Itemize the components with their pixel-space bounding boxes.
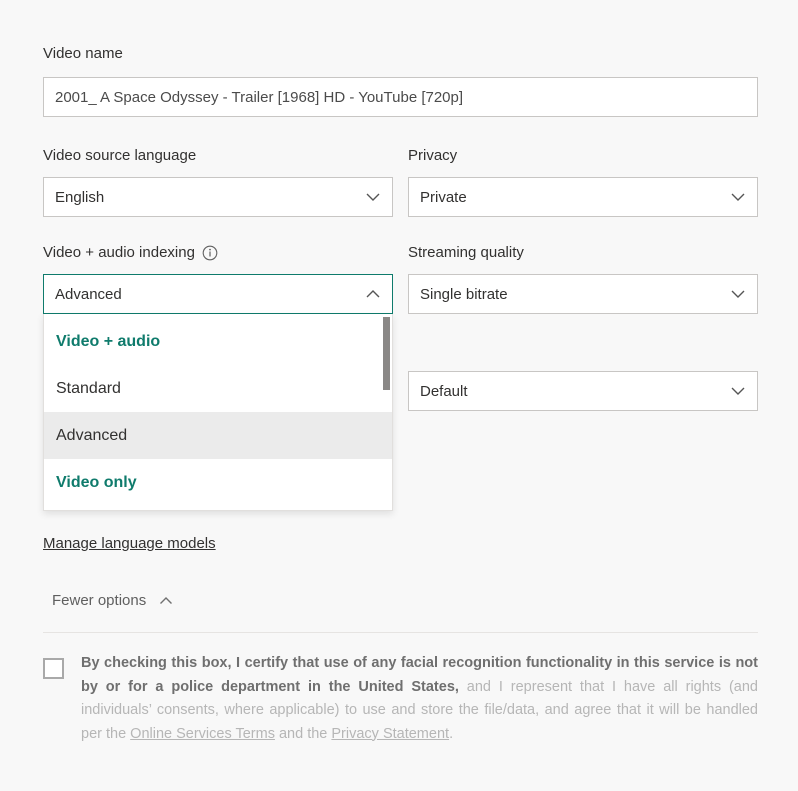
video-audio-indexing-label-text: Video + audio indexing xyxy=(43,244,195,261)
privacy-statement-link[interactable]: Privacy Statement xyxy=(331,726,449,742)
video-audio-indexing-label: Video + audio indexing xyxy=(43,243,218,262)
info-circle-icon[interactable] xyxy=(202,245,218,261)
dropdown-option-standard[interactable]: Standard xyxy=(44,365,392,412)
dropdown-scrollbar-thumb[interactable] xyxy=(383,317,390,390)
consent-text: By checking this box, I certify that use… xyxy=(81,652,758,746)
manage-language-models-link[interactable]: Manage language models xyxy=(43,535,216,552)
dropdown-scrollbar[interactable] xyxy=(383,315,391,509)
consent-end-text: . xyxy=(449,725,454,742)
streaming-quality-value: Single bitrate xyxy=(420,285,508,303)
fewer-options-toggle[interactable]: Fewer options xyxy=(52,592,174,609)
privacy-label: Privacy xyxy=(408,147,458,164)
video-upload-settings-panel: Video name 2001_ A Space Odyssey - Trail… xyxy=(0,0,798,791)
streaming-quality-label: Streaming quality xyxy=(408,244,524,261)
chevron-down-icon xyxy=(366,193,380,201)
video-source-language-value: English xyxy=(55,188,105,206)
video-audio-indexing-select[interactable]: Advanced xyxy=(43,274,393,314)
default-select-value: Default xyxy=(420,382,468,400)
dropdown-group-video-only: Video only xyxy=(56,473,137,491)
streaming-quality-select[interactable]: Single bitrate xyxy=(408,274,758,314)
section-divider xyxy=(43,632,758,633)
consent-checkbox[interactable] xyxy=(43,658,64,679)
video-audio-indexing-value: Advanced xyxy=(55,285,122,303)
fewer-options-label: Fewer options xyxy=(52,592,147,609)
chevron-up-icon xyxy=(366,290,380,298)
video-name-value: 2001_ A Space Odyssey - Trailer [1968] H… xyxy=(55,88,464,106)
privacy-value: Private xyxy=(420,188,467,206)
consent-mid-text: and the xyxy=(274,725,332,742)
chevron-down-icon xyxy=(731,290,745,298)
online-services-terms-link[interactable]: Online Services Terms xyxy=(130,726,275,742)
privacy-select[interactable]: Private xyxy=(408,177,758,217)
chevron-down-icon xyxy=(731,193,745,201)
chevron-down-icon xyxy=(731,387,745,395)
video-source-language-select[interactable]: English xyxy=(43,177,393,217)
dropdown-option-advanced[interactable]: Advanced xyxy=(44,412,392,459)
video-name-label: Video name xyxy=(43,45,123,62)
video-source-language-label: Video source language xyxy=(43,147,197,164)
video-audio-indexing-dropdown: Video + audio Standard Advanced Video on… xyxy=(43,314,393,511)
default-select[interactable]: Default xyxy=(408,371,758,411)
dropdown-group-video-audio: Video + audio xyxy=(56,332,161,350)
chevron-up-icon xyxy=(160,596,173,604)
facial-recognition-consent: By checking this box, I certify that use… xyxy=(43,652,758,746)
video-name-input[interactable]: 2001_ A Space Odyssey - Trailer [1968] H… xyxy=(43,77,758,117)
